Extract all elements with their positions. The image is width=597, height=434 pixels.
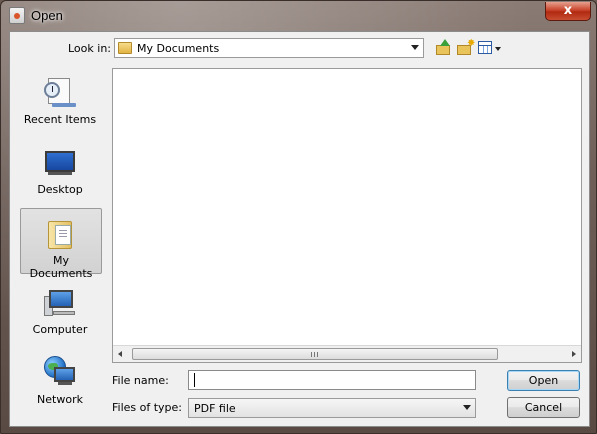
file-list[interactable] — [112, 68, 582, 363]
place-label: Recent Items — [23, 113, 97, 126]
file-name-input[interactable] — [188, 370, 476, 390]
scroll-left-icon[interactable] — [118, 351, 122, 357]
window-title: Open — [31, 8, 63, 23]
title-bar[interactable]: Open x — [1, 1, 597, 31]
view-menu-icon[interactable] — [476, 38, 502, 58]
place-computer[interactable]: Computer — [20, 278, 102, 344]
files-of-type-label: Files of type: — [112, 401, 183, 414]
place-recent-items[interactable]: Recent Items — [20, 68, 102, 134]
places-bar: Recent Items Desktop My Documents Comput… — [20, 68, 104, 420]
look-in-dropdown[interactable]: My Documents — [114, 38, 424, 58]
horizontal-scrollbar[interactable] — [113, 345, 581, 362]
place-desktop[interactable]: Desktop — [20, 138, 102, 204]
place-label: Computer — [32, 323, 88, 336]
open-button[interactable]: Open — [507, 370, 580, 391]
files-of-type-dropdown[interactable]: PDF file — [188, 398, 476, 418]
grip-icon — [311, 352, 318, 357]
desktop-icon — [44, 146, 76, 178]
place-network[interactable]: Network — [20, 348, 102, 414]
cancel-button[interactable]: Cancel — [507, 397, 580, 418]
create-new-folder-icon[interactable]: ✸ — [455, 38, 475, 58]
place-label: Desktop — [37, 183, 83, 196]
files-of-type-value: PDF file — [194, 402, 236, 415]
text-caret — [194, 373, 195, 387]
place-my-documents[interactable]: My Documents — [20, 208, 102, 280]
folder-icon — [118, 42, 132, 54]
network-icon — [44, 356, 76, 388]
look-in-label: Look in: — [68, 42, 111, 55]
look-in-value: My Documents — [137, 42, 220, 55]
up-one-level-icon[interactable] — [434, 38, 454, 58]
computer-icon — [44, 286, 76, 318]
place-label: Network — [37, 393, 83, 406]
java-app-icon — [9, 7, 25, 24]
dialog-client-area: Look in: My Documents ✸ Recent Items Des… — [9, 31, 590, 427]
file-name-label: File name: — [112, 374, 169, 387]
scroll-thumb[interactable] — [132, 348, 498, 360]
recent-items-icon — [44, 76, 76, 108]
my-documents-icon — [45, 217, 77, 249]
chevron-down-icon — [411, 45, 419, 50]
close-button[interactable]: x — [545, 2, 591, 21]
place-label: My Documents — [29, 254, 93, 280]
window-frame: Open x Look in: My Documents ✸ Recent It… — [0, 0, 597, 434]
chevron-down-icon — [463, 405, 471, 410]
scroll-right-icon[interactable] — [572, 351, 576, 357]
